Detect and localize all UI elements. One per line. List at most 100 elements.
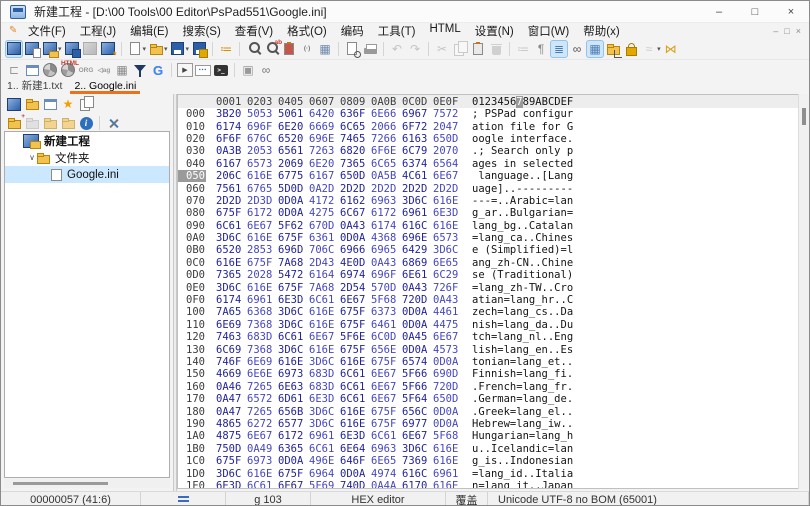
print-preview-icon[interactable] xyxy=(343,40,361,58)
tab-1[interactable]: 1.. 新建1.txt xyxy=(1,80,68,94)
save-file-icon[interactable] xyxy=(169,40,187,58)
redo-icon[interactable]: ↷ xyxy=(406,40,424,58)
grid-icon[interactable]: ▦ xyxy=(316,40,334,58)
hex-row-0D0[interactable]: 0D073652028547261646974696F6E616C29se (T… xyxy=(178,269,798,281)
hex-row-180[interactable]: 1800A477265656B3D6C616E675F656C0D0A.Gree… xyxy=(178,405,798,417)
project-info-icon[interactable]: i xyxy=(77,114,95,132)
hex-row-040[interactable]: 0406167657320696E2073656C6563746564ages … xyxy=(178,158,798,170)
project-save-icon[interactable] xyxy=(63,40,81,58)
run-script-icon[interactable]: ▶ xyxy=(176,61,194,79)
menu-编码[interactable]: 编码 xyxy=(334,23,371,39)
tag-icon[interactable]: ◁ag xyxy=(95,61,113,79)
paste-icon[interactable] xyxy=(469,40,487,58)
folder-remove-icon[interactable] xyxy=(23,114,41,132)
html-check-icon[interactable]: HTML xyxy=(59,61,77,79)
project-log-icon[interactable] xyxy=(81,40,99,58)
project-new-icon[interactable] xyxy=(23,40,41,58)
goto-line-icon[interactable]: (·) xyxy=(298,40,316,58)
console-icon[interactable]: >_ xyxy=(212,61,230,79)
mdi-close-icon[interactable]: × xyxy=(796,26,801,36)
show-formatting-icon[interactable]: ¶ xyxy=(532,40,550,58)
search-icon[interactable] xyxy=(244,40,262,58)
spell-check-icon[interactable]: ∞ xyxy=(568,40,586,58)
hex-row-1E0[interactable]: 1E06E3D6C616E675F69740D0A4A6170616En=lan… xyxy=(178,480,798,489)
hex-editor[interactable]: 000102030405060708090A0B0C0D0E0F01234567… xyxy=(177,94,798,489)
hex-scrollbar-thumb[interactable] xyxy=(802,108,806,125)
table-tools-icon[interactable]: ▦ xyxy=(113,61,131,79)
code-explorer-icon[interactable]: ≔ xyxy=(217,40,235,58)
hex-row-150[interactable]: 15046696E6E6973683D6C616E675F66690DFinni… xyxy=(178,368,798,380)
project-open-icon[interactable] xyxy=(41,40,59,58)
menu-查看V[interactable]: 查看(V) xyxy=(228,23,280,39)
menu-HTML[interactable]: HTML xyxy=(422,23,467,39)
menu-设置N[interactable]: 设置(N) xyxy=(468,23,521,39)
menu-搜索S[interactable]: 搜索(S) xyxy=(175,23,227,39)
pie-chart-icon[interactable] xyxy=(41,61,59,79)
print-icon[interactable] xyxy=(361,40,379,58)
hex-row-0B0[interactable]: 0B065202853696D706C6966696564293D6Ce (Si… xyxy=(178,244,798,256)
menu-窗口W[interactable]: 窗口(W) xyxy=(521,23,577,39)
text-compare-icon[interactable] xyxy=(23,61,41,79)
minimize-button[interactable]: – xyxy=(701,1,737,22)
delete-icon[interactable] xyxy=(487,40,505,58)
search-in-files-icon[interactable] xyxy=(280,40,298,58)
project-settings-icon[interactable]: * xyxy=(99,40,117,58)
hex-row-120[interactable]: 1207463683D6C616E675F6E6C0D0A456E67tch=l… xyxy=(178,331,798,343)
menu-编辑E[interactable]: 编辑(E) xyxy=(123,23,175,39)
project-panel-icon[interactable] xyxy=(5,40,23,58)
sidebar-horizontal-scrollbar[interactable] xyxy=(4,479,170,488)
line-numbers-icon[interactable]: ≣ xyxy=(550,40,568,58)
sidebar-copy-icon[interactable] xyxy=(77,95,95,113)
copy-icon[interactable] xyxy=(451,40,469,58)
lock-icon[interactable] xyxy=(622,40,640,58)
tab-2[interactable]: 2.. Google.ini xyxy=(68,80,142,94)
hex-row-000[interactable]: 0003B20505350616420636F6E6669677572; PSP… xyxy=(178,108,798,120)
org-tag-icon[interactable]: ORG xyxy=(77,61,95,79)
hex-row-0A0[interactable]: 0A03D6C616E675F63610D0A4368696E6573=lang… xyxy=(178,232,798,244)
hex-row-020[interactable]: 0206F6F676C6520696E746572666163650Doogle… xyxy=(178,133,798,145)
hex-row-1B0[interactable]: 1B0750D0A4963656C616E6469633D6C616Eu..Ic… xyxy=(178,443,798,455)
menu-帮助x[interactable]: 帮助(x) xyxy=(576,23,626,39)
hex-row-0F0[interactable]: 0F0617469616E3D6C616E675F68720D0A43atian… xyxy=(178,294,798,306)
progress-bar-icon[interactable]: ▪▪▪ xyxy=(194,61,212,79)
menu-文件F[interactable]: 文件(F) xyxy=(21,23,73,39)
explorer-tree-icon[interactable] xyxy=(604,40,622,58)
hex-row-0C0[interactable]: 0C0616E675F7A682D434E0D0A4368696E65ang_z… xyxy=(178,257,798,269)
hex-row-1D0[interactable]: 1D03D6C616E675F69640D0A4974616C6961=lang… xyxy=(178,467,798,479)
menu-工程J[interactable]: 工程(J) xyxy=(73,23,123,39)
hex-rows[interactable]: 0003B20505350616420636F6E6669677572; PSP… xyxy=(178,108,798,489)
mdi-minimize-icon[interactable]: – xyxy=(773,26,778,36)
hex-row-110[interactable]: 1106E6973683D6C616E675F64610D0A4475nish=… xyxy=(178,319,798,331)
sidebar-favorites-icon[interactable]: ★ xyxy=(59,95,77,113)
hex-row-130[interactable]: 1306C6973683D6C616E675F656E0D0A4573lish=… xyxy=(178,343,798,355)
folder-open-icon[interactable] xyxy=(41,114,59,132)
mdi-restore-icon[interactable]: □ xyxy=(784,26,789,36)
folder-close-icon[interactable] xyxy=(59,114,77,132)
code-reformat-icon[interactable]: ⊏ xyxy=(5,61,23,79)
folder-add-icon[interactable]: + xyxy=(5,114,23,132)
hex-mode-icon[interactable]: ▦ xyxy=(586,40,604,58)
hex-row-1C0[interactable]: 1C0675F69730D0A496E646F6E657369616Eg_is.… xyxy=(178,455,798,467)
tree-item-Google.ini[interactable]: Google.ini xyxy=(5,166,169,183)
sidebar-scrollbar-thumb[interactable] xyxy=(13,482,108,485)
hex-row-1A0[interactable]: 1A048756E67617269616E3D6C616E675F68Hunga… xyxy=(178,430,798,442)
hex-row-090[interactable]: 0906C616E675F62670D0A436174616C616Elang_… xyxy=(178,220,798,232)
sidebar-window-icon[interactable] xyxy=(41,95,59,113)
menu-工具T[interactable]: 工具(T) xyxy=(371,23,423,39)
preview-glasses-icon[interactable]: ∞ xyxy=(257,61,275,79)
hex-row-100[interactable]: 1007A6563683D6C616E675F63730D0A4461zech=… xyxy=(178,306,798,318)
hex-row-140[interactable]: 140746F6E69616E3D6C616E675F65740D0Atonia… xyxy=(178,356,798,368)
frame-box-icon[interactable]: ▣ xyxy=(239,61,257,79)
hex-row-030[interactable]: 0300A3B20536561726368206F6E6C792070.; Se… xyxy=(178,145,798,157)
hex-row-080[interactable]: 080675F61720D0A42756C67617269616E3Dg_ar.… xyxy=(178,207,798,219)
menu-格式O[interactable]: 格式(O) xyxy=(280,23,334,39)
open-file-icon[interactable] xyxy=(147,40,165,58)
tree-item-新建工程[interactable]: 新建工程 xyxy=(5,132,169,149)
pin-icon[interactable]: ⋈ xyxy=(662,40,680,58)
word-wrap-icon[interactable]: ≈ xyxy=(640,40,658,58)
sidebar-files-icon[interactable] xyxy=(23,95,41,113)
hex-row-050[interactable]: 050206C616E67756167650D0A5B4C616E67 lang… xyxy=(178,170,798,182)
hex-row-060[interactable]: 060756167655D0D0A2D2D2D2D2D2D2D2D2Duage]… xyxy=(178,182,798,194)
hex-vertical-scrollbar[interactable] xyxy=(798,94,809,489)
new-file-icon[interactable] xyxy=(126,40,144,58)
